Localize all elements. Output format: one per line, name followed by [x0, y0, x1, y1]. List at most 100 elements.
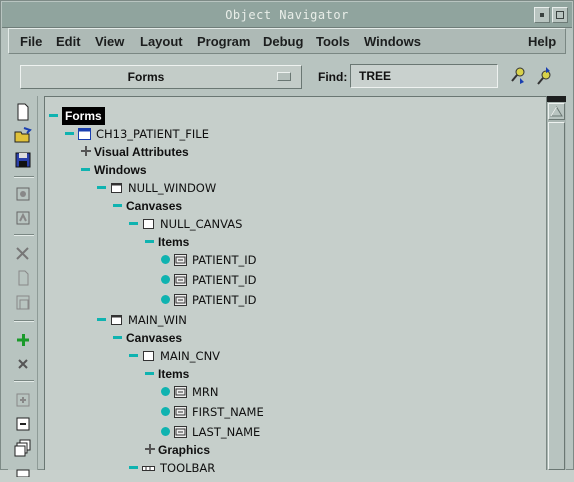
collapse-node-icon[interactable]	[97, 318, 106, 321]
tree-node[interactable]: Windows	[45, 161, 543, 179]
dropdown-icon[interactable]	[277, 72, 291, 81]
find-label: Find:	[318, 70, 348, 84]
new-icon[interactable]	[13, 102, 33, 122]
collapse-all-icon[interactable]	[13, 462, 33, 482]
tree-node[interactable]: FIRST_NAME	[45, 403, 543, 421]
tree-node-label: Items	[158, 235, 190, 249]
vertical-scrollbar[interactable]	[546, 96, 566, 470]
tree-node-label: Forms	[62, 107, 105, 125]
tree-node-label: PATIENT_ID	[192, 273, 257, 287]
menu-help[interactable]: Help	[528, 33, 556, 51]
tree-node[interactable]: LAST_NAME	[45, 423, 543, 441]
collapse-node-icon[interactable]	[113, 204, 122, 207]
tool-palette	[8, 96, 38, 478]
run-form-icon[interactable]	[13, 184, 33, 204]
menu-debug[interactable]: Debug	[263, 33, 303, 51]
maximize-button[interactable]	[552, 7, 568, 23]
expand-all-icon[interactable]	[13, 438, 33, 458]
leaf-node-icon[interactable]	[161, 427, 170, 436]
tree-node[interactable]: Canvases	[45, 329, 543, 347]
expand-node-icon[interactable]	[145, 444, 155, 454]
tree-node-label: LAST_NAME	[192, 425, 261, 439]
menu-edit[interactable]: Edit	[56, 33, 81, 51]
open-icon[interactable]	[13, 126, 33, 146]
item-icon	[174, 405, 187, 418]
collapse-node-icon[interactable]	[97, 186, 106, 189]
expand-node-icon[interactable]	[81, 146, 91, 156]
tree-node[interactable]: CH13_PATIENT_FILE	[45, 125, 543, 143]
scrollbar-cap	[547, 96, 566, 102]
leaf-node-icon[interactable]	[161, 255, 170, 264]
collapse-node-icon[interactable]	[129, 466, 138, 469]
tree-node[interactable]: Items	[45, 233, 543, 251]
find-next-icon[interactable]	[534, 66, 554, 86]
item-icon	[174, 425, 187, 438]
tree-node[interactable]: Forms	[45, 107, 543, 125]
tree-node-label: Canvases	[126, 199, 183, 213]
tree-node[interactable]: NULL_WINDOW	[45, 179, 543, 197]
tree-node-label: Windows	[94, 163, 147, 177]
collapse-node-icon[interactable]	[65, 132, 74, 135]
menu-view[interactable]: View	[95, 33, 124, 51]
tree-node[interactable]: MAIN_WIN	[45, 311, 543, 329]
tree-node-label: NULL_CANVAS	[160, 217, 243, 231]
tool-separator	[14, 234, 34, 236]
context-selector[interactable]: Forms	[20, 65, 302, 89]
tree-node-label: TOOLBAR	[160, 461, 216, 475]
menu-layout[interactable]: Layout	[140, 33, 183, 51]
menu-windows[interactable]: Windows	[364, 33, 421, 51]
menu-tools[interactable]: Tools	[316, 33, 350, 51]
tree-node[interactable]: PATIENT_ID	[45, 271, 543, 289]
tool-separator	[14, 320, 34, 322]
minimize-button[interactable]	[534, 7, 550, 23]
leaf-node-icon[interactable]	[161, 275, 170, 284]
expand-icon[interactable]	[13, 390, 33, 410]
tree-node[interactable]: PATIENT_ID	[45, 251, 543, 269]
menu-file[interactable]: File	[20, 33, 42, 51]
tool-separator	[14, 380, 34, 382]
tree-node[interactable]: TOOLBAR	[45, 459, 543, 477]
collapse-node-icon[interactable]	[81, 168, 90, 171]
tree-node[interactable]: MAIN_CNV	[45, 347, 543, 365]
paste-icon[interactable]	[13, 292, 33, 312]
scroll-thumb[interactable]	[548, 122, 565, 470]
tree-node-label: MRN	[192, 385, 219, 399]
leaf-node-icon[interactable]	[161, 295, 170, 304]
collapse-node-icon[interactable]	[145, 240, 154, 243]
find-previous-icon[interactable]	[508, 66, 528, 86]
cut-icon[interactable]	[13, 244, 33, 264]
tree-node[interactable]: Items	[45, 365, 543, 383]
tree-node-label: NULL_WINDOW	[128, 181, 217, 195]
copy-icon[interactable]	[13, 268, 33, 288]
leaf-node-icon[interactable]	[161, 407, 170, 416]
menu-program[interactable]: Program	[197, 33, 250, 51]
collapse-node-icon[interactable]	[145, 372, 154, 375]
save-icon[interactable]	[13, 150, 33, 170]
tree-node[interactable]: PATIENT_ID	[45, 291, 543, 309]
item-icon	[174, 253, 187, 266]
tree-node-label: Graphics	[158, 443, 211, 457]
tree-node[interactable]: Canvases	[45, 197, 543, 215]
tree-node[interactable]: NULL_CANVAS	[45, 215, 543, 233]
find-input[interactable]: TREE	[350, 64, 498, 88]
tree-node[interactable]: MRN	[45, 383, 543, 401]
title-bar[interactable]: Object Navigator	[2, 2, 572, 28]
tree-node-label: Visual Attributes	[94, 145, 189, 159]
tree-node[interactable]: Graphics	[45, 441, 543, 459]
tree-node-label: MAIN_CNV	[160, 349, 221, 363]
collapse-node-icon[interactable]	[129, 222, 138, 225]
collapse-icon[interactable]	[13, 414, 33, 434]
tree-node-label: PATIENT_ID	[192, 293, 257, 307]
collapse-node-icon[interactable]	[49, 114, 58, 117]
collapse-node-icon[interactable]	[129, 354, 138, 357]
object-tree-pane[interactable]: Forms CH13_PATIENT_FILE Visual Attributes W…	[44, 96, 566, 475]
create-icon[interactable]	[13, 330, 33, 350]
collapse-node-icon[interactable]	[113, 336, 122, 339]
item-icon	[174, 273, 187, 286]
tree-node-label: MAIN_WIN	[128, 313, 187, 327]
tree-node[interactable]: Visual Attributes	[45, 143, 543, 161]
scroll-up-button[interactable]	[548, 103, 565, 120]
delete-icon[interactable]	[13, 354, 33, 374]
debug-icon[interactable]	[13, 208, 33, 228]
leaf-node-icon[interactable]	[161, 387, 170, 396]
